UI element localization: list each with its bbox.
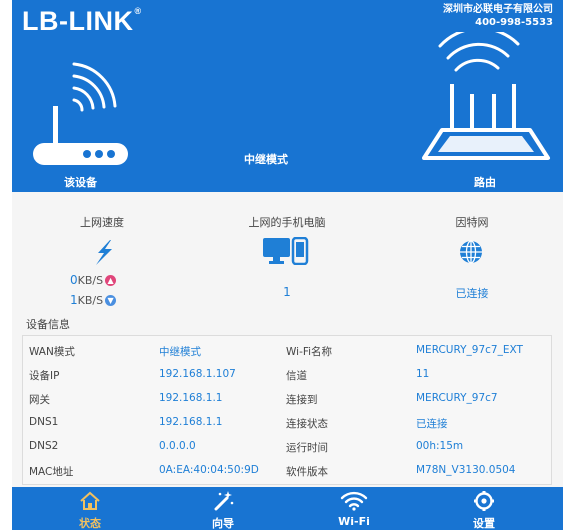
download-arrow-icon: ▼	[105, 295, 117, 306]
brand-logo: LB-LINK®	[22, 6, 142, 36]
device-info-table: WAN模式 中继模式 Wi-Fi名称 MERCURY_97c7_EXT 设备IP 19…	[22, 335, 552, 485]
table-row: MAC地址 0A:EA:40:04:50:9D 软件版本 M78N_V3130.05…	[29, 464, 516, 478]
router-label: 路由	[474, 176, 496, 189]
wifi-icon	[340, 491, 368, 511]
nav-settings-label: 设置	[473, 517, 495, 530]
magic-wand-icon	[214, 491, 234, 511]
nav-wifi-label: Wi-Fi	[338, 515, 370, 528]
speed-stat: 上网速度	[52, 214, 152, 230]
upload-arrow-icon: ▲	[105, 275, 117, 286]
table-row: DNS2 0.0.0.0 运行时间 00h:15m	[29, 440, 464, 454]
upload-speed: 0KB/S ▲	[70, 273, 117, 287]
nav-wizard-label: 向导	[212, 517, 234, 530]
device-info-title: 设备信息	[26, 318, 70, 331]
internet-status: 已连接	[455, 287, 489, 300]
download-speed: 1KB/S ▼	[70, 293, 117, 307]
bottom-nav: 状态 向导 Wi-Fi 设置	[12, 487, 563, 530]
extender-device-icon	[33, 62, 128, 165]
table-row: 网关 192.168.1.1 连接到 MERCURY_97c7	[29, 392, 498, 406]
nav-wizard[interactable]: 向导	[193, 487, 253, 530]
device-label: 该设备	[64, 176, 97, 189]
speed-title: 上网速度	[80, 216, 124, 229]
table-row: WAN模式 中继模式 Wi-Fi名称 MERCURY_97c7_EXT	[29, 344, 523, 358]
nav-settings[interactable]: 设置	[454, 487, 514, 530]
clients-count: 1	[283, 285, 291, 299]
router-icon	[422, 32, 550, 160]
lightning-icon	[80, 236, 81, 237]
nav-status-label: 状态	[79, 517, 101, 530]
table-row: DNS1 192.168.1.1 连接状态 已连接	[29, 416, 448, 430]
company-info: 深圳市必联电子有限公司 400-998-5533	[443, 3, 553, 29]
company-name: 深圳市必联电子有限公司	[443, 4, 553, 15]
speed-lightning-icon	[96, 240, 112, 265]
router-status-page: LB-LINK® 深圳市必联电子有限公司 400-998-5533 该设备 中继…	[12, 0, 563, 530]
table-row: 设备IP 192.168.1.107 信道 11	[29, 368, 430, 382]
mode-label: 中继模式	[244, 153, 288, 166]
internet-title: 因特网	[455, 216, 489, 229]
nav-status[interactable]: 状态	[60, 487, 120, 530]
company-phone: 400-998-5533	[475, 17, 553, 28]
clients-stat: 上网的手机电脑	[227, 214, 347, 230]
internet-stat: 因特网	[422, 214, 522, 230]
home-icon	[80, 491, 100, 510]
nav-wifi[interactable]: Wi-Fi	[324, 487, 384, 530]
globe-icon	[460, 240, 482, 264]
status-banner: LB-LINK® 深圳市必联电子有限公司 400-998-5533 该设备 中继…	[12, 0, 563, 192]
gear-icon	[474, 491, 494, 511]
clients-title: 上网的手机电脑	[248, 216, 326, 229]
computer-phone-icon	[263, 237, 309, 265]
